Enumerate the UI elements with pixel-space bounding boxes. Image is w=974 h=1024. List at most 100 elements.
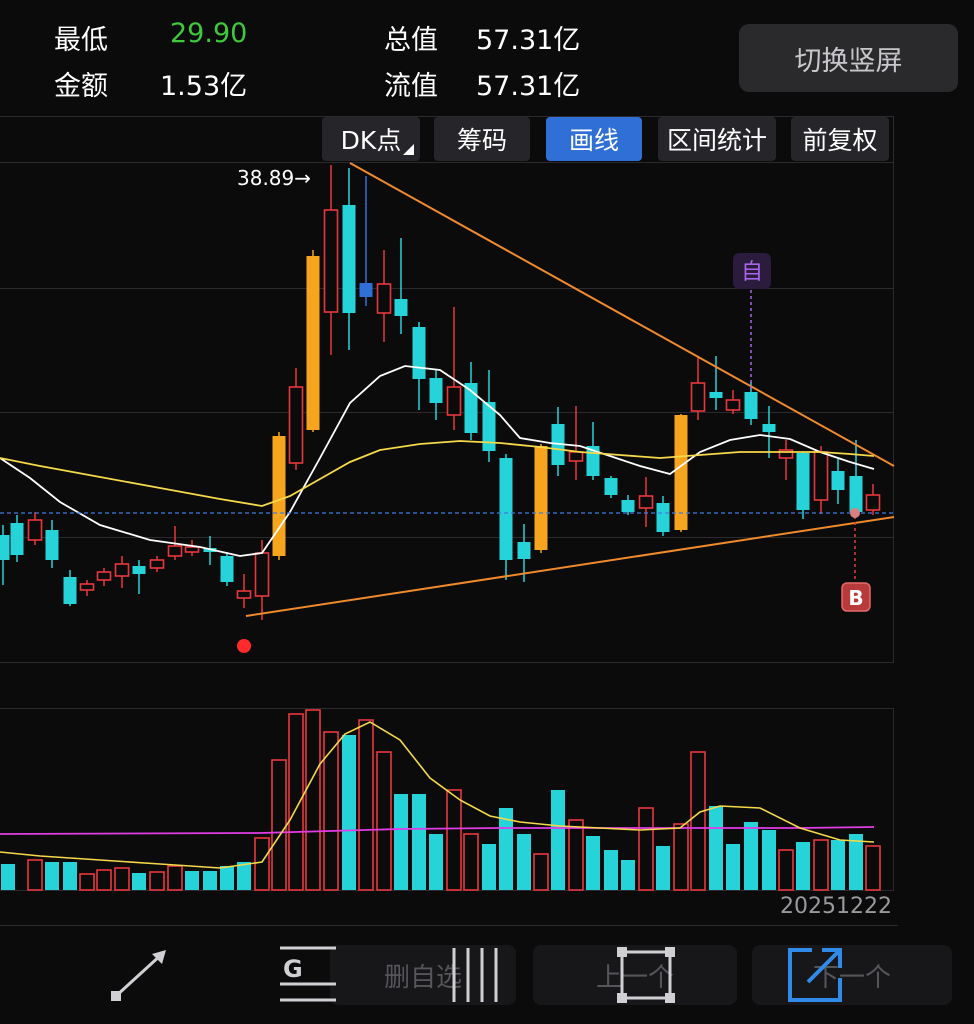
- candle-body: [831, 471, 845, 490]
- volume-bar: [1, 864, 15, 890]
- volume-bar: [220, 866, 234, 890]
- line-tool-icon[interactable]: [106, 946, 172, 1006]
- candle-body: [725, 399, 741, 411]
- candle-body: [638, 495, 654, 509]
- volume-bar: [27, 859, 43, 891]
- volume-bar: [831, 840, 845, 890]
- parallel-lines-icon[interactable]: [448, 944, 508, 1006]
- candle-body: [10, 523, 24, 555]
- volume-bar: [586, 836, 600, 890]
- volume-bar: [621, 860, 635, 890]
- candle-body: [690, 382, 706, 412]
- volume-bar: [132, 873, 146, 890]
- candle-body: [306, 256, 320, 430]
- volume-bar: [237, 862, 251, 890]
- volume-bar: [482, 844, 496, 890]
- candle-body: [762, 424, 776, 432]
- candle-body: [288, 386, 304, 464]
- volume-bar: [533, 853, 549, 891]
- candle-body: [359, 283, 373, 297]
- candle-body: [813, 451, 829, 501]
- volume-bar: [79, 873, 95, 891]
- volume-bar: [673, 823, 689, 891]
- volume-bar: [690, 751, 706, 891]
- volume-bar: [726, 844, 740, 890]
- candle-body: [656, 503, 670, 532]
- volume-bar: [167, 865, 183, 891]
- candlestick-chart[interactable]: 38.89→ 自 B: [0, 0, 974, 925]
- date-label: 20251222: [780, 894, 892, 919]
- candle-body: [323, 209, 339, 313]
- high-price-label: 38.89→: [237, 166, 311, 190]
- volume-bar: [114, 867, 130, 891]
- candle-body: [429, 378, 443, 403]
- volume-bar: [656, 846, 670, 890]
- volume-bar: [865, 845, 881, 891]
- buy-marker-dot: [850, 508, 860, 518]
- candle-body: [446, 386, 462, 416]
- candle-body: [132, 566, 146, 574]
- volume-bar: [709, 806, 723, 890]
- volume-bar: [203, 871, 217, 890]
- volume-bar: [638, 807, 654, 891]
- volume-bar: [744, 822, 758, 890]
- volume-bar: [762, 830, 776, 890]
- candle-body: [96, 571, 112, 581]
- candle-body: [621, 500, 635, 512]
- trendline-upper: [349, 162, 895, 467]
- candle-body: [149, 559, 165, 569]
- candle-body: [604, 478, 618, 495]
- ma-yellow-line: [0, 440, 875, 507]
- volume-bar: [813, 839, 829, 891]
- self-marker-label: 自: [741, 260, 763, 285]
- buy-marker-label: B: [848, 586, 863, 610]
- candle-body: [412, 327, 426, 379]
- candle-body: [63, 577, 77, 604]
- g-tool-label: G: [283, 955, 303, 983]
- candle-body: [184, 546, 200, 553]
- volume-bar: [446, 789, 462, 891]
- low-marker-dot: [237, 639, 251, 653]
- candle-body: [394, 299, 408, 316]
- candle-body: [0, 535, 10, 560]
- volume-bar: [96, 869, 112, 891]
- volume-bar: [305, 709, 321, 891]
- volume-bar: [517, 834, 531, 890]
- candle-body: [865, 494, 881, 511]
- share-icon[interactable]: [784, 944, 848, 1006]
- candle-body: [45, 530, 59, 560]
- candle-body: [114, 563, 130, 577]
- volume-bar: [849, 834, 863, 890]
- volume-bar: [778, 849, 794, 891]
- volume-bar: [376, 751, 392, 891]
- candle-body: [744, 392, 758, 419]
- volume-bar: [63, 862, 77, 890]
- volume-bar: [271, 759, 287, 891]
- volume-bar: [185, 871, 199, 890]
- candle-body: [517, 542, 531, 559]
- volume-average-line: [0, 826, 875, 835]
- volume-bar: [412, 794, 426, 890]
- candle-body: [376, 283, 392, 314]
- volume-bar: [429, 834, 443, 890]
- candle-body: [568, 451, 584, 462]
- next-button[interactable]: 下一个: [752, 945, 952, 1005]
- candle-body: [796, 453, 810, 510]
- candle-body: [236, 590, 252, 599]
- volume-bar: [358, 719, 374, 891]
- volume-bar: [551, 790, 565, 890]
- candle-body: [342, 205, 356, 313]
- candle-body: [167, 545, 183, 557]
- volume-bar: [568, 819, 584, 891]
- rectangle-tool-icon[interactable]: [614, 944, 678, 1006]
- volume-bar: [463, 833, 479, 891]
- candle-body: [220, 556, 234, 582]
- g-tool-icon[interactable]: G: [278, 944, 338, 1006]
- candle-body: [79, 583, 95, 591]
- volume-bar: [254, 837, 270, 891]
- candle-body: [534, 446, 548, 550]
- volume-bar: [149, 871, 165, 891]
- volume-bar: [288, 713, 304, 891]
- volume-bar: [45, 862, 59, 890]
- candle-body: [254, 552, 270, 597]
